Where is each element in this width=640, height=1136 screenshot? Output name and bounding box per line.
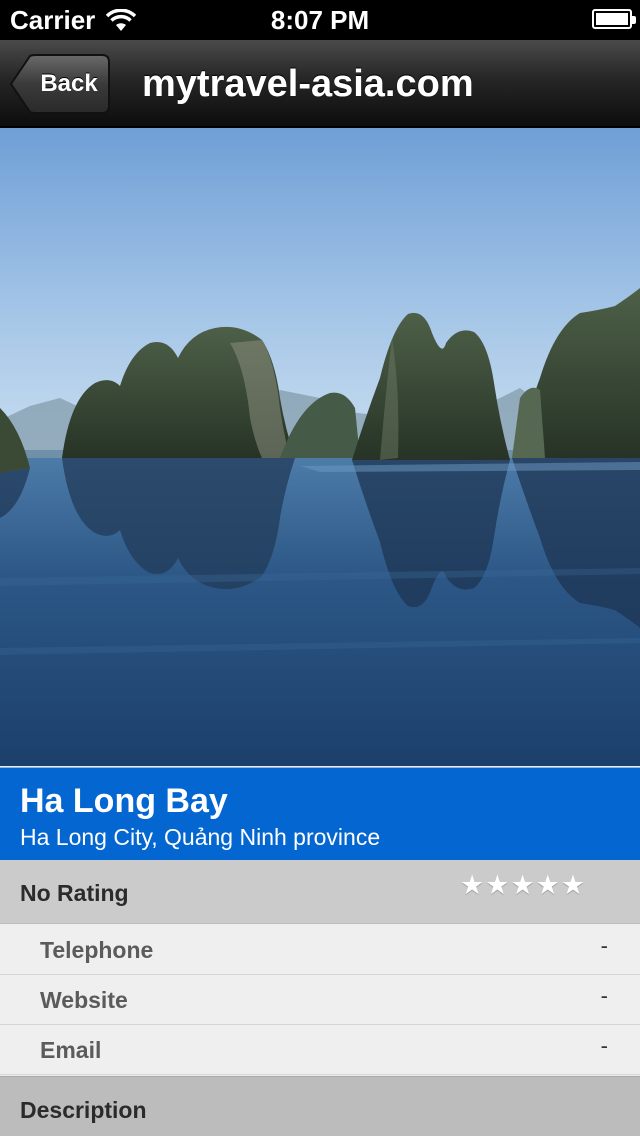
email-row[interactable]: Email -	[0, 1025, 640, 1075]
star-icon: ★	[510, 870, 535, 900]
telephone-value: -	[600, 933, 608, 958]
back-button-label: Back	[40, 70, 98, 97]
status-bar: Carrier 8:07 PM	[0, 0, 640, 40]
place-name: Ha Long Bay	[20, 782, 228, 820]
clock: 8:07 PM	[270, 5, 370, 35]
description-label: Description	[20, 1097, 147, 1123]
rating-row: No Rating ★ ★ ★ ★ ★	[0, 860, 640, 924]
email-value: -	[600, 1033, 608, 1058]
place-header: Ha Long Bay Ha Long City, Quảng Ninh pro…	[0, 767, 640, 860]
star-icon: ★	[460, 870, 485, 900]
back-button[interactable]: Back	[10, 54, 110, 114]
description-header: Description	[0, 1076, 640, 1136]
telephone-row[interactable]: Telephone -	[0, 925, 640, 975]
website-value: -	[600, 983, 608, 1008]
rating-label: No Rating	[20, 880, 129, 906]
landscape-photo	[0, 128, 640, 766]
navigation-bar: Back mytravel-asia.com	[0, 40, 640, 128]
star-icon: ★	[560, 870, 586, 900]
website-row[interactable]: Website -	[0, 975, 640, 1025]
battery-icon	[592, 9, 636, 29]
star-rating[interactable]: ★ ★ ★ ★ ★	[460, 870, 585, 900]
telephone-label: Telephone	[40, 937, 154, 963]
photo-gallery[interactable]	[0, 128, 640, 881]
place-location: Ha Long City, Quảng Ninh province	[20, 824, 381, 850]
website-label: Website	[40, 987, 128, 1013]
star-icon: ★	[485, 870, 510, 900]
page-title: mytravel-asia.com	[142, 63, 474, 105]
email-label: Email	[40, 1037, 102, 1063]
star-icon: ★	[535, 870, 560, 900]
